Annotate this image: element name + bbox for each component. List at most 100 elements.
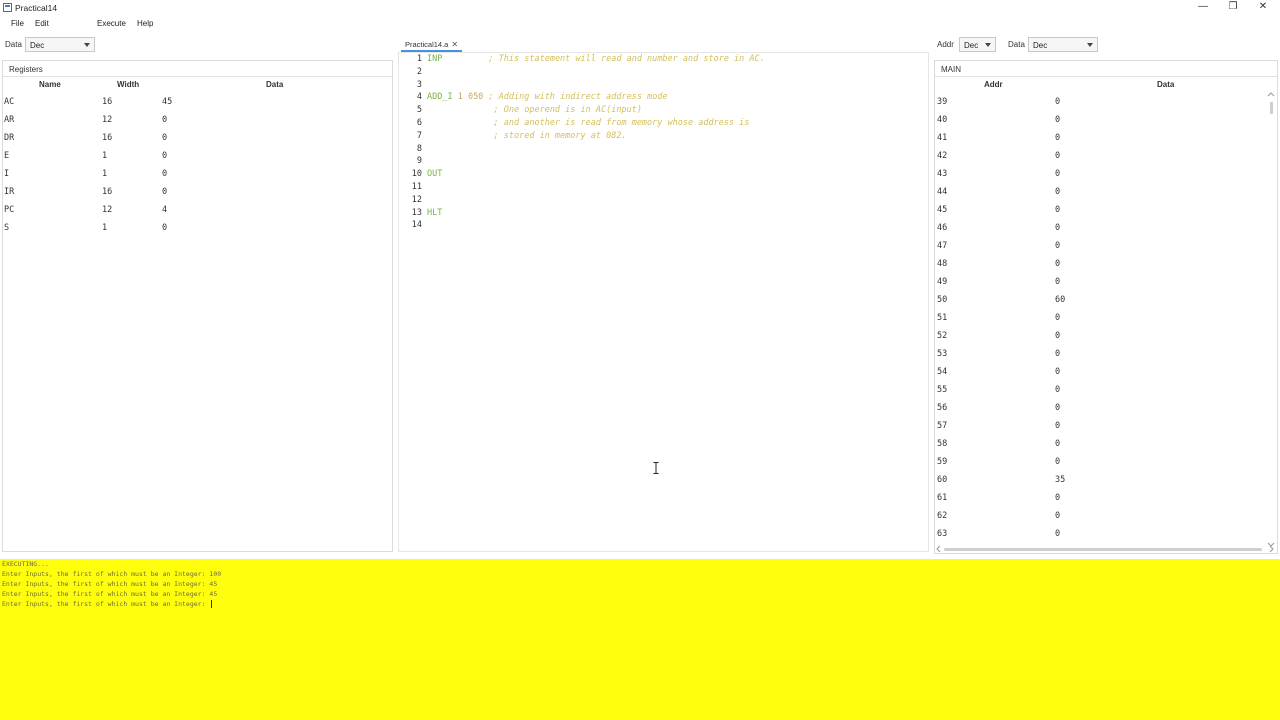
console-line: Enter Inputs, the first of which must be… <box>2 600 213 608</box>
memory-data-cell[interactable]: 0 <box>1055 421 1060 431</box>
memory-addr-cell: 46 <box>937 223 948 233</box>
line-number: 14 <box>411 220 422 231</box>
memory-addr-label: Addr <box>937 40 954 49</box>
memory-vertical-scrollbar[interactable] <box>1266 92 1276 547</box>
menu-edit[interactable]: Edit <box>35 19 49 28</box>
memory-data-format-value: Dec <box>1033 41 1048 50</box>
register-data-cell[interactable]: 0 <box>162 223 167 233</box>
memory-data-cell[interactable]: 60 <box>1055 295 1065 305</box>
tab-close-icon[interactable]: ✕ <box>451 40 458 49</box>
memory-addr-cell: 43 <box>937 169 948 179</box>
memory-data-cell[interactable]: 0 <box>1055 259 1060 269</box>
register-name-cell: I <box>4 169 10 179</box>
line-number: 7 <box>416 130 422 141</box>
register-name-cell: DR <box>4 133 15 143</box>
memory-data-label: Data <box>1008 40 1025 49</box>
code-line[interactable]: ; and another is read from memory whose … <box>427 118 750 130</box>
memory-addr-cell: 62 <box>937 511 948 521</box>
register-data-cell[interactable]: 0 <box>162 151 167 161</box>
line-number: 12 <box>411 194 422 205</box>
registers-data-label: Data <box>5 40 22 49</box>
memory-data-cell[interactable]: 0 <box>1055 97 1060 107</box>
memory-horizontal-scrollbar[interactable] <box>936 545 1276 553</box>
minimize-button[interactable]: — <box>1188 0 1218 14</box>
chevron-down-icon <box>1087 43 1093 47</box>
memory-data-cell[interactable]: 0 <box>1055 169 1060 179</box>
code-line[interactable]: ADD_I 1 050 ; Adding with indirect addre… <box>427 92 668 104</box>
memory-data-cell[interactable]: 0 <box>1055 241 1060 251</box>
maximize-button[interactable]: ❐ <box>1218 0 1248 14</box>
registers-format-select[interactable]: Dec <box>25 37 95 52</box>
memory-data-cell[interactable]: 0 <box>1055 403 1060 413</box>
memory-data-cell[interactable]: 0 <box>1055 385 1060 395</box>
line-number: 6 <box>416 118 422 128</box>
registers-panel: Registers <box>2 60 393 552</box>
register-data-cell[interactable]: 0 <box>162 133 167 143</box>
memory-data-cell[interactable]: 35 <box>1055 475 1065 485</box>
register-data-cell[interactable]: 0 <box>162 169 167 179</box>
code-keyword: OUT <box>427 169 443 180</box>
menu-file[interactable]: File <box>11 19 24 28</box>
memory-addr-cell: 60 <box>937 475 948 485</box>
memory-data-cell[interactable]: 0 <box>1055 457 1060 467</box>
register-name-cell: S <box>4 223 10 233</box>
register-name-cell: E <box>4 151 10 161</box>
memory-data-cell[interactable]: 0 <box>1055 205 1060 215</box>
code-line[interactable]: ; stored in memory at 082. <box>427 131 627 143</box>
code-line[interactable]: ; One operend is in AC(input) <box>427 105 642 117</box>
memory-addr-format-select[interactable]: Dec <box>959 37 996 52</box>
memory-data-cell[interactable]: 0 <box>1055 331 1060 341</box>
menu-help[interactable]: Help <box>137 19 153 28</box>
line-number: 10 <box>411 169 422 180</box>
line-number: 9 <box>416 156 422 167</box>
code-line[interactable]: INP ; This statement will read and numbe… <box>427 54 765 66</box>
register-width-cell: 1 <box>102 223 108 233</box>
text-cursor-icon <box>653 462 659 474</box>
console-line-text: Enter Inputs, the first of which must be… <box>2 590 218 598</box>
memory-data-cell[interactable]: 0 <box>1055 439 1060 449</box>
code-line[interactable]: OUT <box>427 169 442 181</box>
console-input-caret[interactable] <box>211 600 213 608</box>
code-line[interactable]: HLT <box>427 208 442 220</box>
console-output[interactable]: EXECUTING... Enter Inputs, the first of w… <box>0 559 1280 720</box>
memory-data-cell[interactable]: 0 <box>1055 511 1060 521</box>
register-data-cell[interactable]: 0 <box>162 115 167 125</box>
tab-practical14[interactable]: Practical14.a ✕ <box>401 37 463 52</box>
register-width-cell: 1 <box>102 151 108 161</box>
register-data-cell[interactable]: 4 <box>162 205 167 215</box>
menu-execute[interactable]: Execute <box>97 19 126 28</box>
memory-col-addr: Addr <box>984 80 1003 89</box>
line-number: 11 <box>411 182 422 192</box>
registers-col-name: Name <box>39 80 61 89</box>
chevron-down-icon <box>985 43 991 47</box>
memory-data-cell[interactable]: 0 <box>1055 187 1060 197</box>
register-width-cell: 16 <box>102 133 113 143</box>
code-keyword: HLT <box>427 207 443 218</box>
memory-data-cell[interactable]: 0 <box>1055 529 1060 539</box>
memory-addr-cell: 56 <box>937 403 948 413</box>
memory-panel: MAIN <box>934 60 1278 554</box>
register-data-cell[interactable]: 45 <box>162 97 172 107</box>
code-comment: ; One operend is in AC(input) <box>427 105 642 116</box>
memory-data-cell[interactable]: 0 <box>1055 133 1060 143</box>
register-data-cell[interactable]: 0 <box>162 187 167 197</box>
line-number: 4 <box>416 92 422 103</box>
close-button[interactable]: ✕ <box>1248 0 1278 14</box>
memory-addr-cell: 41 <box>937 133 948 143</box>
code-comment: ; and another is read from memory whose … <box>427 118 750 128</box>
memory-data-cell[interactable]: 0 <box>1055 349 1060 359</box>
memory-data-cell[interactable]: 0 <box>1055 223 1060 233</box>
memory-data-cell[interactable]: 0 <box>1055 367 1060 377</box>
memory-addr-cell: 52 <box>937 331 948 341</box>
memory-data-cell[interactable]: 0 <box>1055 151 1060 161</box>
memory-data-cell[interactable]: 0 <box>1055 313 1060 323</box>
memory-col-data: Data <box>1157 80 1175 89</box>
memory-addr-cell: 55 <box>937 385 948 395</box>
register-width-cell: 12 <box>102 115 113 125</box>
memory-addr-cell: 61 <box>937 493 948 503</box>
memory-data-cell[interactable]: 0 <box>1055 277 1060 287</box>
memory-data-format-select[interactable]: Dec <box>1028 37 1098 52</box>
registers-col-width: Width <box>117 80 140 89</box>
memory-data-cell[interactable]: 0 <box>1055 115 1060 125</box>
memory-data-cell[interactable]: 0 <box>1055 493 1060 503</box>
